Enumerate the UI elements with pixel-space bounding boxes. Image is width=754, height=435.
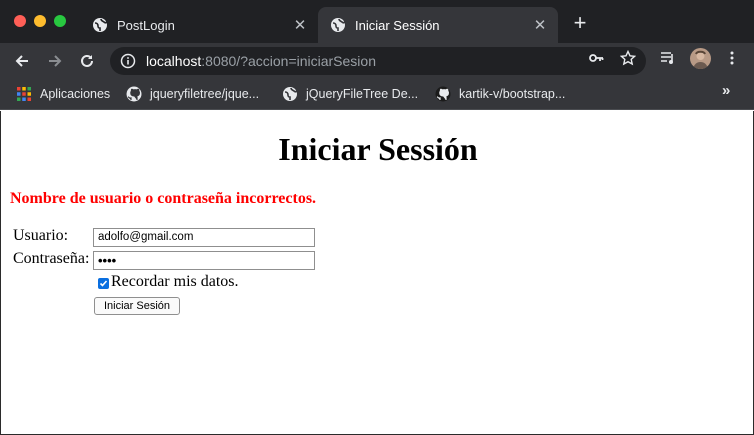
avatar[interactable] <box>690 48 711 69</box>
browser-toolbar: localhost:8080/?accion=iniciarSesion <box>0 43 754 78</box>
tab-iniciar-sesion[interactable]: Iniciar Sessión ✕ <box>318 7 558 43</box>
password-label: Contraseña: <box>13 250 90 267</box>
url-host: localhost <box>146 53 202 69</box>
tab-title: PostLogin <box>117 17 175 33</box>
page-title: Iniciar Sessión <box>278 131 478 167</box>
bookmark-kartik-bootstrap[interactable]: kartik-v/bootstrap... <box>435 83 565 105</box>
page-viewport: Iniciar Sessión Nombre de usuario o cont… <box>0 111 754 435</box>
key-icon[interactable] <box>587 49 605 67</box>
close-window-button[interactable] <box>14 15 26 27</box>
apps-grid-icon <box>16 86 32 102</box>
url-text: localhost:8080/?accion=iniciarSesion <box>146 53 376 69</box>
checkmark-icon <box>99 280 108 287</box>
star-icon[interactable] <box>619 49 637 67</box>
info-icon[interactable] <box>120 53 136 69</box>
tab-title: Iniciar Sessión <box>355 17 440 33</box>
bookmarks-overflow-button[interactable]: » <box>722 82 730 99</box>
username-label: Usuario: <box>13 227 69 244</box>
bookmark-label: kartik-v/bootstrap... <box>459 87 566 101</box>
arrow-right-icon <box>49 55 62 67</box>
reload-icon <box>81 54 93 67</box>
kebab-menu-icon[interactable] <box>723 49 741 67</box>
bookmark-apps[interactable]: Aplicaciones <box>16 83 110 105</box>
close-tab-icon[interactable]: ✕ <box>292 17 308 34</box>
bookmark-jqueryfiletree-github[interactable]: jqueryfiletree/jque... <box>126 83 259 105</box>
reload-button[interactable] <box>76 50 98 72</box>
remember-label: Recordar mis datos. <box>111 273 239 290</box>
new-tab-button[interactable]: + <box>570 12 590 34</box>
tab-postlogin[interactable]: PostLogin ✕ <box>80 7 318 43</box>
close-tab-icon[interactable]: ✕ <box>532 17 548 34</box>
login-submit-button[interactable]: Iniciar Sesión <box>94 297 180 315</box>
arrow-left-icon <box>15 55 28 67</box>
globe-icon <box>282 86 298 102</box>
bookmark-jqueryfiletree-demo[interactable]: jQueryFileTree De... <box>282 83 418 105</box>
bookmarks-bar: Aplicaciones jqueryfiletree/jque... jQue… <box>0 78 754 110</box>
password-field[interactable]: •••• <box>93 251 315 270</box>
github-icon <box>435 86 451 102</box>
username-field[interactable]: adolfo@gmail.com <box>93 228 315 247</box>
bookmark-label: Aplicaciones <box>40 87 111 101</box>
globe-icon <box>330 17 346 33</box>
url-path: :8080/?accion=iniciarSesion <box>201 53 376 69</box>
back-button[interactable] <box>11 50 33 72</box>
minimize-window-button[interactable] <box>34 15 46 27</box>
address-bar[interactable]: localhost:8080/?accion=iniciarSesion <box>110 47 646 75</box>
github-icon <box>126 86 142 102</box>
bookmark-label: jQueryFileTree De... <box>306 87 419 101</box>
remember-checkbox[interactable] <box>98 278 109 289</box>
forward-button[interactable] <box>44 50 66 72</box>
media-queue-icon[interactable] <box>659 49 677 67</box>
zoom-window-button[interactable] <box>54 15 66 27</box>
globe-icon <box>92 17 108 33</box>
browser-titlebar: PostLogin ✕ Iniciar Sessión ✕ + <box>0 0 754 43</box>
error-message: Nombre de usuario o contraseña incorrect… <box>10 190 317 207</box>
bookmark-label: jqueryfiletree/jque... <box>150 87 260 101</box>
